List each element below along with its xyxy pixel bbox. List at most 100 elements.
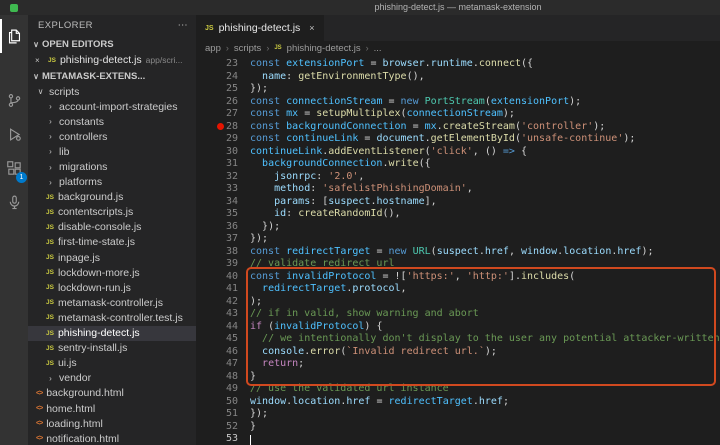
line-number: 29 <box>226 133 238 144</box>
file-loading-html[interactable]: <>loading.html <box>28 416 196 431</box>
file-inpage-js[interactable]: JSinpage.js <box>28 250 196 265</box>
line-number-gutter[interactable]: 41 <box>196 283 246 296</box>
file-disable-console-js[interactable]: JSdisable-console.js <box>28 220 196 235</box>
line-number: 36 <box>226 221 238 232</box>
line-number-gutter[interactable]: 38 <box>196 246 246 259</box>
text-cursor <box>250 435 251 445</box>
code-text: id: createRandomId(), <box>250 208 401 221</box>
line-number-gutter[interactable]: 35 <box>196 208 246 221</box>
line-number-gutter[interactable]: 50 <box>196 396 246 409</box>
line-number-gutter[interactable]: 27 <box>196 108 246 121</box>
open-editors-header[interactable]: ∨ OPEN EDITORS <box>28 36 196 52</box>
code-text: params: [suspect.hostname], <box>250 196 437 209</box>
editor-group: JS phishing-detect.js × app›scripts›JSph… <box>196 15 720 445</box>
line-number-gutter[interactable]: 45 <box>196 333 246 346</box>
line-number-gutter[interactable]: 37 <box>196 233 246 246</box>
line-number-gutter[interactable]: 26 <box>196 96 246 109</box>
sidebar-title-row: EXPLORER ⋯ <box>28 15 196 36</box>
line-number-gutter[interactable]: 29 <box>196 133 246 146</box>
line-number-gutter[interactable]: 25 <box>196 83 246 96</box>
line-number-gutter[interactable]: 49 <box>196 383 246 396</box>
line-number-gutter[interactable]: 40 <box>196 271 246 284</box>
code-area[interactable]: 23const extensionPort = browser.runtime.… <box>196 55 720 445</box>
line-number-gutter[interactable]: 24 <box>196 71 246 84</box>
title-bar: phishing-detect.js — metamask-extension <box>0 0 720 15</box>
line-number-gutter[interactable]: 31 <box>196 158 246 171</box>
file-ui-js[interactable]: JSui.js <box>28 356 196 371</box>
breadcrumb-item--[interactable]: ... <box>374 43 382 54</box>
line-number: 25 <box>226 83 238 94</box>
project-section-header[interactable]: ∨ METAMASK-EXTENS... <box>28 68 196 84</box>
line-number-gutter[interactable]: 30 <box>196 146 246 159</box>
line-number-gutter[interactable]: 53 <box>196 433 246 445</box>
run-debug-icon[interactable] <box>0 117 28 151</box>
line-number-gutter[interactable]: 43 <box>196 308 246 321</box>
file-notification-html[interactable]: <>notification.html <box>28 431 196 445</box>
file-label: notification.html <box>46 433 119 445</box>
line-number-gutter[interactable]: 34 <box>196 196 246 209</box>
microphone-icon[interactable] <box>0 185 28 219</box>
line-number-gutter[interactable]: 44 <box>196 321 246 334</box>
js-file-icon: JS <box>46 239 54 246</box>
breadcrumb-item-scripts[interactable]: scripts <box>234 43 261 54</box>
line-number-gutter[interactable]: 28 <box>196 121 246 134</box>
folder-scripts[interactable]: ∨scripts <box>28 84 196 99</box>
file-lockdown-run-js[interactable]: JSlockdown-run.js <box>28 280 196 295</box>
file-label: metamask-controller.js <box>58 297 163 309</box>
file-contentscripts-js[interactable]: JScontentscripts.js <box>28 205 196 220</box>
explorer-icon[interactable] <box>0 19 28 53</box>
folder-vendor[interactable]: ›vendor <box>28 371 196 386</box>
code-text: window.location.href = redirectTarget.hr… <box>250 396 509 409</box>
code-line-52: 52} <box>196 421 720 434</box>
file-home-html[interactable]: <>home.html <box>28 401 196 416</box>
file-phishing-detect-js[interactable]: JSphishing-detect.js <box>28 326 196 341</box>
tab-phishing-detect-js[interactable]: JS phishing-detect.js × <box>196 15 324 41</box>
line-number-gutter[interactable]: 46 <box>196 346 246 359</box>
folder-lib[interactable]: ›lib <box>28 144 196 159</box>
line-number-gutter[interactable]: 47 <box>196 358 246 371</box>
js-file-icon: JS <box>46 224 54 231</box>
file-label: sentry-install.js <box>58 342 127 354</box>
file-metamask-controller-js[interactable]: JSmetamask-controller.js <box>28 295 196 310</box>
breadcrumb-item-app[interactable]: app <box>205 43 221 54</box>
file-first-time-state-js[interactable]: JSfirst-time-state.js <box>28 235 196 250</box>
file-background-html[interactable]: <>background.html <box>28 386 196 401</box>
line-number-gutter[interactable]: 39 <box>196 258 246 271</box>
line-number-gutter[interactable]: 23 <box>196 58 246 71</box>
close-icon[interactable]: × <box>35 56 44 65</box>
file-metamask-controller-test-js[interactable]: JSmetamask-controller.test.js <box>28 310 196 325</box>
line-number-gutter[interactable]: 32 <box>196 171 246 184</box>
folder-constants[interactable]: ›constants <box>28 114 196 129</box>
code-text: }); <box>250 233 268 246</box>
open-editor-item[interactable]: × JS phishing-detect.js app/scri... <box>28 52 196 68</box>
line-number-gutter[interactable]: 42 <box>196 296 246 309</box>
folder-platforms[interactable]: ›platforms <box>28 175 196 190</box>
open-editors-label: OPEN EDITORS <box>42 39 114 50</box>
folder-account-import-strategies[interactable]: ›account-import-strategies <box>28 99 196 114</box>
file-sentry-install-js[interactable]: JSsentry-install.js <box>28 341 196 356</box>
code-line-39: 39// validate redirect url <box>196 258 720 271</box>
source-control-icon[interactable] <box>0 83 28 117</box>
file-background-js[interactable]: JSbackground.js <box>28 190 196 205</box>
breadcrumb-item-phishing-detect-js[interactable]: phishing-detect.js <box>287 43 361 54</box>
line-number-gutter[interactable]: 51 <box>196 408 246 421</box>
code-text: const backgroundConnection = mx.createSt… <box>250 121 605 134</box>
close-icon[interactable]: × <box>309 23 314 33</box>
folder-migrations[interactable]: ›migrations <box>28 159 196 174</box>
breakpoint-icon[interactable] <box>217 123 224 130</box>
extensions-icon[interactable]: 1 <box>0 151 28 185</box>
chevron-right-icon: › <box>46 147 55 156</box>
line-number: 23 <box>226 58 238 69</box>
file-lockdown-more-js[interactable]: JSlockdown-more.js <box>28 265 196 280</box>
line-number-gutter[interactable]: 36 <box>196 221 246 234</box>
chevron-down-icon: ∨ <box>30 72 42 81</box>
line-number-gutter[interactable]: 33 <box>196 183 246 196</box>
code-text: const invalidProtocol = !['https:', 'htt… <box>250 271 575 284</box>
line-number-gutter[interactable]: 52 <box>196 421 246 434</box>
line-number: 49 <box>226 383 238 394</box>
more-actions-icon[interactable]: ⋯ <box>178 20 188 31</box>
code-text: if (invalidProtocol) { <box>250 321 382 334</box>
line-number-gutter[interactable]: 48 <box>196 371 246 384</box>
app-icon <box>10 4 18 12</box>
folder-controllers[interactable]: ›controllers <box>28 129 196 144</box>
